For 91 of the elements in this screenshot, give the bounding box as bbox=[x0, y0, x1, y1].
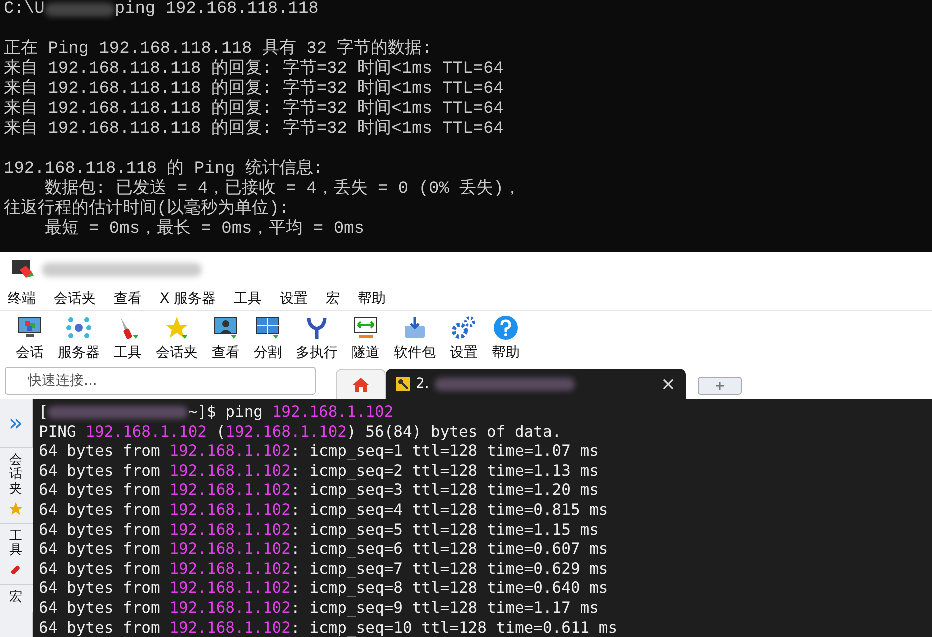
expand-button[interactable]: » bbox=[8, 399, 24, 447]
close-button[interactable]: × bbox=[660, 374, 676, 394]
output-text: ( bbox=[215, 422, 226, 442]
output-text: 64 bytes from bbox=[39, 442, 162, 462]
toolbar-button[interactable]: 多执行 bbox=[292, 314, 342, 362]
ip-address: 192.168.1.102 bbox=[170, 540, 291, 560]
output-text: ) 56(84) bytes of data. bbox=[347, 422, 562, 442]
output-text: 64 bytes from bbox=[39, 540, 162, 560]
ip-address: 192.168.1.102 bbox=[170, 500, 291, 521]
output-text: : icmp_seq=6 ttl=128 time=0.607 ms bbox=[290, 540, 608, 560]
ip-address: 192.168.1.102 bbox=[170, 598, 291, 619]
console-line: 来自 192.168.118.118 的回复: 字节=32 时间<1ms TTL=64 bbox=[4, 100, 505, 119]
output-text: 64 bytes from bbox=[39, 618, 162, 637]
toolbar-button[interactable]: 软件包 bbox=[390, 314, 440, 362]
home-tab[interactable] bbox=[336, 369, 386, 399]
redacted-blur bbox=[44, 3, 115, 17]
menu-item[interactable]: 设置 bbox=[276, 290, 312, 308]
output-text: : icmp_seq=7 ttl=128 time=0.629 ms bbox=[290, 560, 608, 580]
home-icon bbox=[352, 376, 370, 392]
help-icon bbox=[493, 314, 519, 340]
menu-item[interactable]: 会话夹 bbox=[50, 290, 100, 308]
monitor-arrows-icon bbox=[353, 314, 379, 340]
network-icon bbox=[66, 314, 92, 340]
app-logo-icon bbox=[12, 260, 34, 280]
toolbar-button[interactable]: 会话 bbox=[12, 314, 48, 362]
output-text: 64 bytes from bbox=[39, 520, 162, 540]
menu-item[interactable]: X 服务器 bbox=[156, 290, 220, 308]
session-tab[interactable]: 2. × bbox=[386, 369, 686, 399]
output-text: : icmp_seq=9 ttl=128 time=1.17 ms bbox=[290, 598, 599, 619]
ip-address: 192.168.1.102 bbox=[170, 579, 291, 599]
key-icon bbox=[396, 377, 410, 391]
output-text: : icmp_seq=2 ttl=128 time=1.13 ms bbox=[290, 462, 599, 482]
output-text: : icmp_seq=1 ttl=128 time=1.07 ms bbox=[290, 442, 599, 462]
split-window-icon bbox=[255, 314, 281, 340]
console-line: 来自 192.168.118.118 的回复: 字节=32 时间<1ms TTL=64 bbox=[4, 120, 505, 140]
output-text: 64 bytes from bbox=[39, 500, 162, 521]
output-text: : icmp_seq=8 ttl=128 time=0.640 ms bbox=[290, 579, 608, 599]
prompt-text: C:\U bbox=[4, 0, 45, 20]
command-text: ~]$ ping bbox=[188, 403, 264, 423]
new-tab-button[interactable] bbox=[698, 377, 742, 395]
output-text: 64 bytes from bbox=[39, 598, 162, 619]
output-text: 64 bytes from bbox=[39, 560, 162, 580]
output-text: : icmp_seq=10 ttl=128 time=0.611 ms bbox=[290, 618, 618, 637]
console-line: 往返行程的估计时间(以毫秒为单位): bbox=[4, 200, 291, 219]
command-text: ping 192.168.118.118 bbox=[114, 0, 319, 20]
ip-address: 192.168.1.102 bbox=[272, 403, 394, 423]
tab-title: 2. bbox=[416, 376, 430, 392]
ip-address: 192.168.1.102 bbox=[170, 560, 291, 580]
ip-address: 192.168.1.102 bbox=[170, 618, 291, 637]
toolbar-button[interactable]: 帮助 bbox=[488, 314, 524, 362]
sidebar-tab[interactable]: 工具 bbox=[0, 522, 32, 584]
plus-icon bbox=[715, 381, 725, 391]
output-text: 64 bytes from bbox=[39, 579, 162, 599]
output-text: 64 bytes from bbox=[39, 462, 162, 482]
ip-address: 192.168.1.102 bbox=[86, 422, 207, 442]
toolbar-button[interactable]: 查看 bbox=[208, 314, 244, 362]
output-text: : icmp_seq=5 ttl=128 time=1.15 ms bbox=[290, 520, 599, 540]
toolbar-button[interactable]: 会话夹 bbox=[152, 314, 202, 362]
menu-item[interactable]: 查看 bbox=[110, 290, 146, 308]
prompt-text: [ bbox=[39, 403, 48, 423]
console-line: 来自 192.168.118.118 的回复: 字节=32 时间<1ms TTL=64 bbox=[4, 80, 505, 99]
monitor-person-icon bbox=[213, 314, 239, 340]
menu-item[interactable]: 帮助 bbox=[354, 290, 390, 308]
menu-item[interactable]: 宏 bbox=[322, 290, 344, 308]
gears-icon bbox=[451, 314, 477, 340]
ip-address: 192.168.1.102 bbox=[170, 462, 291, 482]
console-line: 来自 192.168.118.118 的回复: 字节=32 时间<1ms TTL=64 bbox=[4, 60, 505, 79]
toolbar-button[interactable]: 服务器 bbox=[54, 314, 104, 362]
menu-item[interactable]: 终端 bbox=[4, 290, 40, 308]
output-text: PING bbox=[39, 422, 78, 442]
console-line: 192.168.118.118 的 Ping 统计信息: bbox=[4, 160, 325, 179]
star-icon bbox=[8, 500, 24, 517]
toolbar-button[interactable]: 设置 bbox=[446, 314, 482, 362]
console-line: 正在 Ping 192.168.118.118 具有 32 字节的数据: bbox=[4, 40, 434, 59]
menu-item[interactable]: 工具 bbox=[230, 290, 266, 308]
star-icon bbox=[164, 314, 190, 340]
download-drive-icon bbox=[402, 314, 428, 340]
output-text: 64 bytes from bbox=[39, 481, 162, 501]
output-text: : icmp_seq=3 ttl=128 time=1.20 ms bbox=[290, 481, 599, 501]
toolbar-button[interactable]: 隧道 bbox=[348, 314, 384, 362]
toolbar-button[interactable]: 分割 bbox=[250, 314, 286, 362]
output-text: : icmp_seq=4 ttl=128 time=0.815 ms bbox=[290, 500, 608, 521]
ip-address: 192.168.1.102 bbox=[170, 442, 291, 462]
console-line: 数据包: 已发送 = 4，已接收 = 4，丢失 = 0 (0% 丢失)， bbox=[44, 180, 522, 199]
ip-address: 192.168.1.102 bbox=[226, 422, 347, 442]
sidebar-tab[interactable]: 会话夹 bbox=[0, 447, 32, 523]
ip-address: 192.168.1.102 bbox=[170, 481, 291, 501]
toolbar-button[interactable]: 工具 bbox=[110, 314, 146, 362]
ip-address: 192.168.1.102 bbox=[170, 520, 291, 540]
console-line: 最短 = 0ms，最长 = 0ms，平均 = 0ms bbox=[44, 220, 366, 240]
sidebar-tab[interactable]: 宏 bbox=[0, 584, 32, 612]
